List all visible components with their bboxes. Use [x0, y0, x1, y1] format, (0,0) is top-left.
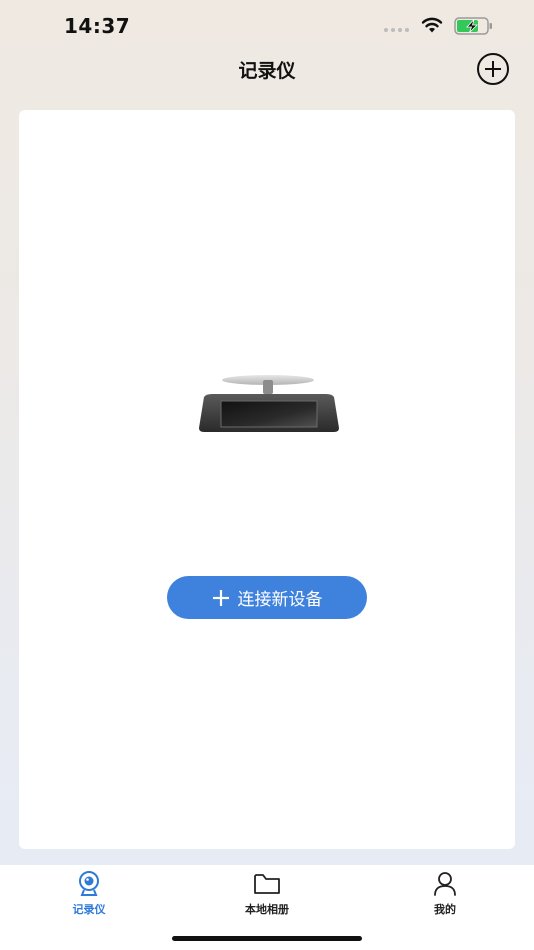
- tab-mine[interactable]: 我的: [395, 871, 495, 917]
- battery-charging-icon: [454, 17, 492, 35]
- tab-label: 记录仪: [72, 903, 106, 916]
- plus-circle-icon[interactable]: [476, 52, 510, 86]
- plus-icon: [212, 589, 229, 606]
- page-title: 记录仪: [238, 60, 296, 82]
- connect-device-button[interactable]: 连接新设备: [167, 576, 367, 619]
- tab-local-album[interactable]: 本地相册: [217, 871, 317, 917]
- tab-label: 我的: [434, 903, 456, 916]
- home-indicator[interactable]: [172, 936, 362, 941]
- status-bar: 14:37: [0, 0, 534, 52]
- dashcam-mirror-image: [199, 375, 339, 432]
- tab-dashcam[interactable]: 记录仪: [39, 871, 139, 917]
- folder-icon: [254, 874, 280, 894]
- connect-button-label: 连接新设备: [237, 590, 323, 610]
- status-time: 14:37: [64, 14, 131, 38]
- tab-label: 本地相册: [245, 903, 289, 916]
- cellular-signal-icon: [384, 28, 409, 32]
- person-icon: [434, 872, 456, 896]
- nav-bar: 记录仪: [0, 52, 534, 92]
- dashcam-icon: [79, 871, 99, 896]
- device-card: 连接新设备: [19, 110, 515, 849]
- wifi-icon: [421, 17, 443, 33]
